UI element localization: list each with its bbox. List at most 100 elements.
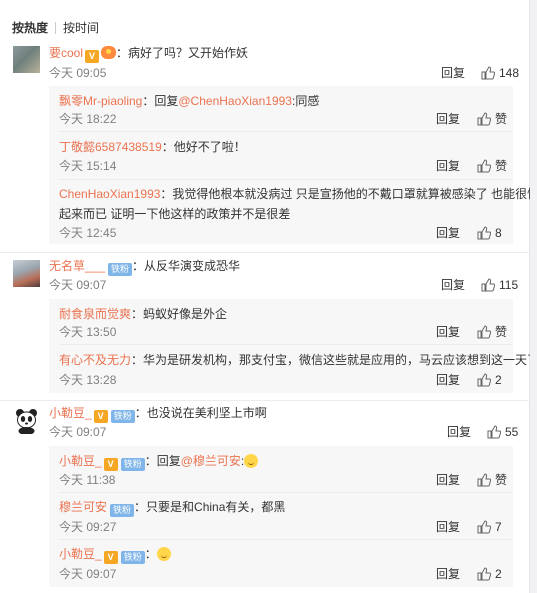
reply-separator [59, 131, 513, 132]
reply-prefix: ：回复 [142, 94, 179, 108]
comment-username[interactable]: 小勒豆_ [49, 406, 92, 420]
reply-username[interactable]: 小勒豆_ [59, 454, 102, 468]
reply-button[interactable]: 回复 [441, 277, 465, 293]
vip-badge-icon: V [103, 458, 118, 471]
comment-time: 今天 09:07 [49, 278, 107, 292]
like-button[interactable]: 2 [477, 566, 502, 582]
comment-divider [0, 400, 530, 401]
reply-username[interactable]: 丁敬懿6587438519 [59, 140, 162, 154]
like-button[interactable]: 赞 [477, 111, 507, 127]
thumbs-up-icon [477, 226, 491, 240]
thumbs-up-icon [481, 66, 495, 80]
fan-badge: 铁粉 [108, 263, 133, 276]
reply-header: 耐食泉而觉爽：蚂蚁好像是外企 [59, 306, 227, 322]
like-count: 2 [495, 567, 502, 581]
comment-header: 要cool V ：病好了吗？又开始作妖 [49, 45, 248, 63]
like-label: 赞 [495, 325, 508, 339]
comment-header: 无名草___ 铁粉 ：从反华演变成恐华 [49, 258, 240, 276]
comment-username[interactable]: 无名草___ [49, 259, 105, 273]
reply-button[interactable]: 回复 [436, 566, 460, 582]
comment-panel: 按热度 按时间 要cool V ：病好了吗？又开始作妖 今天 09:05 回复 14… [0, 0, 537, 593]
reply-time: 今天 18:22 [59, 112, 117, 126]
mention-link[interactable]: @ChenHaoXian1993 [178, 94, 292, 108]
reply-username[interactable]: 有心不及无力 [59, 353, 131, 367]
like-count: 8 [495, 226, 502, 240]
like-button[interactable]: 赞 [477, 324, 507, 340]
reply-button[interactable]: 回复 [436, 324, 460, 340]
reply-button[interactable]: 回复 [436, 158, 460, 174]
like-button[interactable]: 7 [477, 519, 502, 535]
reply-time: 今天 12:45 [59, 226, 117, 240]
thumbs-up-icon [477, 473, 491, 487]
reply-header: 有心不及无力：华为是研发机构，那支付宝，微信这些就是应用的，马云应该想到这一天了 [59, 352, 537, 368]
like-button[interactable]: 55 [487, 424, 518, 440]
like-button[interactable]: 赞 [477, 472, 507, 488]
reply-list: 飘零Mr-piaoling：回复@ChenHaoXian1993:同感 今天 1… [49, 86, 537, 244]
reply-header: ChenHaoXian1993：我觉得他根本就没病过 只是宣扬他的不戴口罩就算被… [59, 186, 537, 202]
like-count: 2 [495, 373, 502, 387]
thumbs-up-icon [477, 520, 491, 534]
reply-prefix: ：回复 [144, 454, 181, 468]
reply-username[interactable]: ChenHaoXian1993 [59, 187, 160, 201]
reply-header: 小勒豆_ V 铁粉： [59, 546, 171, 564]
comment-time: 今天 09:07 [49, 425, 107, 439]
reply-text: ：蚂蚁好像是外企 [131, 307, 228, 321]
avatar[interactable] [13, 260, 40, 287]
avatar[interactable] [13, 46, 40, 73]
panda-icon [16, 409, 37, 434]
comment-text: ：也没说在美利坚上市啊 [134, 406, 267, 420]
like-count: 148 [499, 66, 520, 80]
fan-badge: 铁粉 [120, 458, 145, 471]
reply-button[interactable]: 回复 [441, 65, 465, 81]
reply-username[interactable]: 耐食泉而觉爽 [59, 307, 131, 321]
like-label: 赞 [495, 473, 508, 487]
thumbs-up-icon [481, 278, 495, 292]
fan-badge: 铁粉 [110, 410, 135, 423]
reply-button[interactable]: 回复 [436, 372, 460, 388]
reply-text: ： [144, 547, 157, 561]
sort-bar: 按热度 按时间 [0, 0, 530, 40]
thumbs-up-icon [477, 567, 491, 581]
reply-separator [59, 492, 513, 493]
mention-link[interactable]: @穆兰可安 [181, 454, 241, 468]
reply-text-continued: 起来而已 证明一下他这样的政策并不是很差 [59, 207, 291, 221]
reply-username[interactable]: 飘零Mr-piaoling [59, 94, 142, 108]
like-button[interactable]: 115 [481, 277, 518, 293]
reply-button[interactable]: 回复 [447, 424, 471, 440]
reply-text: ：我觉得他根本就没病过 只是宣扬他的不戴口罩就算被感染了 也能很快好 [160, 187, 537, 201]
like-button[interactable]: 148 [481, 65, 519, 81]
like-button[interactable]: 8 [477, 225, 502, 241]
sort-by-hot-tab[interactable]: 按热度 [12, 20, 48, 36]
reply-time: 今天 11:38 [59, 473, 116, 487]
reply-button[interactable]: 回复 [436, 519, 460, 535]
comment-text: ：病好了吗？又开始作妖 [116, 46, 249, 60]
like-button[interactable]: 2 [477, 372, 502, 388]
thumbs-up-icon [477, 325, 491, 339]
reply-time: 今天 13:50 [59, 325, 117, 339]
like-label: 赞 [495, 112, 508, 126]
reply-time: 今天 09:27 [59, 520, 117, 534]
thumbs-up-icon [477, 112, 491, 126]
vip-badge-icon: V [85, 50, 100, 63]
panda-avatar[interactable] [13, 407, 40, 434]
reply-text: ：只要是和China有关，都黑 [134, 500, 286, 514]
reply-button[interactable]: 回复 [436, 472, 460, 488]
comment-username[interactable]: 要cool [49, 46, 83, 60]
like-button[interactable]: 赞 [477, 158, 507, 174]
reply-separator [59, 179, 513, 180]
fan-badge: 铁粉 [120, 551, 145, 564]
reply-time: 今天 09:07 [59, 567, 117, 581]
reply-header: 穆兰可安 铁粉 ：只要是和China有关，都黑 [59, 499, 285, 517]
reply-username[interactable]: 小勒豆_ [59, 547, 102, 561]
sort-by-time-tab[interactable]: 按时间 [63, 20, 99, 36]
reply-separator [59, 344, 513, 345]
reply-button[interactable]: 回复 [436, 225, 460, 241]
thumbs-up-icon [477, 159, 491, 173]
comment-header: 小勒豆_ V 铁粉 ：也没说在美利坚上市啊 [49, 405, 267, 423]
reply-username[interactable]: 穆兰可安 [59, 500, 107, 514]
cat-emoji-icon [156, 547, 171, 561]
reply-button[interactable]: 回复 [436, 111, 460, 127]
thumbs-up-icon [487, 425, 501, 439]
reply-header: 飘零Mr-piaoling：回复@ChenHaoXian1993:同感 [59, 93, 319, 109]
vip-badge-icon: V [103, 551, 118, 564]
